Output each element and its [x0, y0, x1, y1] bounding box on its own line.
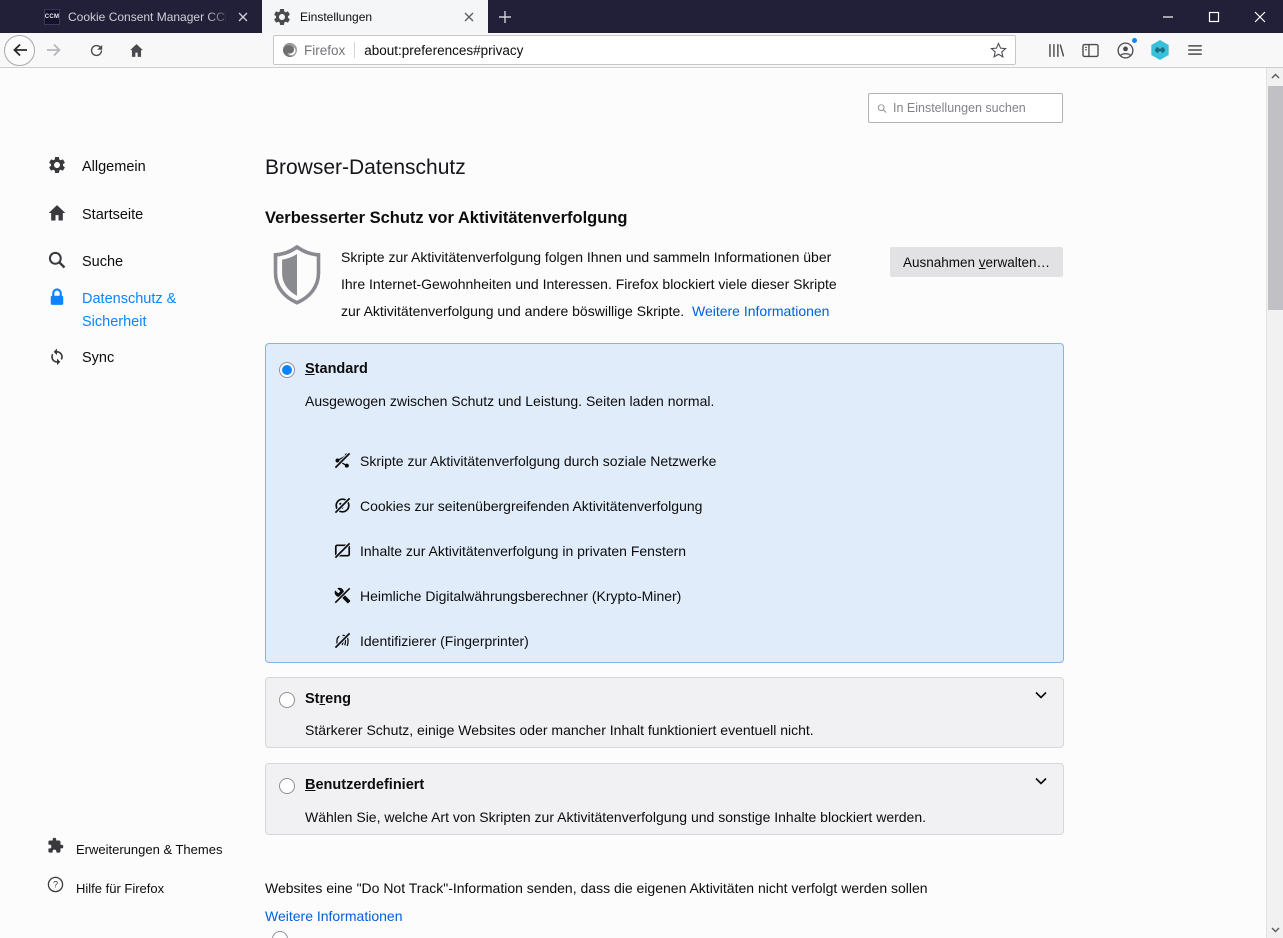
- vertical-scrollbar[interactable]: [1266, 68, 1283, 938]
- scroll-down-icon[interactable]: [1267, 922, 1283, 938]
- radio-benutzerdefiniert[interactable]: [279, 778, 295, 794]
- section-title: Verbesserter Schutz vor Aktivitätenverfo…: [265, 209, 628, 227]
- option-label: Standard: [305, 361, 368, 377]
- blocked-item: Identifizierer (Fingerprinter): [334, 618, 716, 663]
- ccm-favicon: CCM: [44, 8, 60, 25]
- settings-search-input[interactable]: [893, 101, 1054, 115]
- sidebar-item-label: Hilfe für Firefox: [76, 881, 165, 896]
- chevron-down-icon[interactable]: [1035, 777, 1047, 785]
- title-bar: CCM Cookie Consent Manager CCM Einstellu…: [0, 0, 1283, 33]
- navigation-toolbar: Firefox about:preferences#privacy: [0, 33, 1283, 68]
- url-bar[interactable]: Firefox about:preferences#privacy: [273, 35, 1016, 65]
- sidebar-item-sync[interactable]: Sync: [47, 346, 114, 370]
- tab-einstellungen[interactable]: Einstellungen: [262, 0, 488, 33]
- scroll-up-icon[interactable]: [1267, 68, 1283, 84]
- identity-label: Firefox: [304, 42, 346, 58]
- sidebar-item-erweiterungen-themes[interactable]: Erweiterungen & Themes: [47, 837, 222, 861]
- tab-title: Cookie Consent Manager CCM: [68, 9, 226, 24]
- social-tracker-blocked-icon: [334, 452, 351, 469]
- search-icon: [48, 251, 66, 269]
- search-icon: [877, 103, 887, 113]
- option-panel-standard[interactable]: Standard Ausgewogen zwischen Schutz und …: [265, 343, 1064, 663]
- tab-cookie-consent-manager[interactable]: CCM Cookie Consent Manager CCM: [34, 0, 262, 33]
- sidebar-item-label: Suche: [82, 254, 124, 270]
- back-button[interactable]: [4, 34, 35, 66]
- learn-more-link[interactable]: Weitere Informationen: [692, 303, 829, 319]
- maximize-button[interactable]: [1191, 0, 1237, 33]
- scrollbar-thumb[interactable]: [1268, 86, 1283, 310]
- sidebar-item-label: Sync: [82, 350, 115, 366]
- option-description: Stärkerer Schutz, einige Websites oder m…: [305, 722, 814, 738]
- close-tab-icon[interactable]: [234, 8, 252, 26]
- account-notification-dot: [1131, 37, 1138, 44]
- sidebar-item-label: Erweiterungen & Themes: [76, 842, 223, 857]
- puzzle-icon: [48, 837, 64, 853]
- sync-icon: [51, 348, 63, 366]
- option-panel-streng[interactable]: Streng Stärkerer Schutz, einige Websites…: [265, 677, 1064, 748]
- sidebar-item-label: Allgemein: [82, 159, 146, 175]
- radio-streng[interactable]: [279, 692, 295, 708]
- main-content: Browser-Datenschutz Verbesserter Schutz …: [265, 68, 1065, 938]
- lock-icon: [50, 288, 64, 305]
- intro-text: Skripte zur Aktivitätenverfolgung folgen…: [341, 249, 837, 319]
- page-title: Browser-Datenschutz: [265, 156, 466, 179]
- option-panel-benutzerdefiniert[interactable]: Benutzerdefiniert Wählen Sie, welche Art…: [265, 763, 1064, 835]
- cookie-blocked-icon: [334, 497, 351, 514]
- minimize-button[interactable]: [1145, 0, 1191, 33]
- help-icon: ?: [47, 876, 64, 893]
- firefox-logo-icon: [283, 43, 298, 57]
- gear-icon: [274, 8, 290, 25]
- close-window-button[interactable]: [1237, 0, 1283, 33]
- blocked-item: Heimliche Digitalwährungsberechner (Kryp…: [334, 573, 716, 618]
- tab-title-fade: [206, 0, 234, 33]
- blocked-items-list: Skripte zur Aktivitätenverfolgung durch …: [334, 438, 716, 663]
- shield-icon: [271, 244, 323, 306]
- new-tab-button[interactable]: [488, 0, 522, 33]
- sidebar-item-hilfe[interactable]: ? Hilfe für Firefox: [47, 876, 164, 900]
- titlebar-drag-area: [522, 0, 1145, 33]
- radio-standard[interactable]: [279, 362, 295, 378]
- tracking-content-blocked-icon: [334, 542, 351, 559]
- radio-partially-visible[interactable]: [272, 931, 288, 938]
- close-tab-icon[interactable]: [460, 8, 478, 26]
- manage-exceptions-button[interactable]: Ausnahmen verwalten…: [890, 247, 1063, 277]
- sidebar-item-startseite[interactable]: Startseite: [47, 203, 143, 227]
- blocked-item: Inhalte zur Aktivitätenverfolgung in pri…: [334, 528, 716, 573]
- sidebar-item-datenschutz-sicherheit[interactable]: Datenschutz & Sicherheit: [47, 287, 206, 334]
- home-icon: [48, 205, 66, 221]
- bookmark-star-icon[interactable]: [990, 41, 1007, 59]
- preferences-page: Allgemein Startseite Suche Datenschutz &…: [0, 68, 1283, 938]
- forward-button[interactable]: [39, 35, 69, 65]
- svg-text:?: ?: [53, 880, 58, 890]
- titlebar-spacer: [0, 0, 34, 33]
- do-not-track-text: Websites eine "Do Not Track"-Information…: [265, 880, 928, 896]
- settings-search-box[interactable]: [868, 93, 1063, 123]
- blocked-item: Cookies zur seitenübergreifenden Aktivit…: [334, 483, 716, 528]
- sidebar-item-suche[interactable]: Suche: [47, 250, 123, 274]
- sidebar-toggle-icon[interactable]: [1079, 39, 1101, 61]
- url-text[interactable]: about:preferences#privacy: [355, 43, 990, 58]
- gear-icon: [49, 157, 65, 173]
- extension-icon[interactable]: [1149, 39, 1171, 61]
- do-not-track-learn-more-link[interactable]: Weitere Informationen: [265, 908, 402, 924]
- sidebar-item-allgemein[interactable]: Allgemein: [47, 155, 146, 179]
- blocked-item: Skripte zur Aktivitätenverfolgung durch …: [334, 438, 716, 483]
- option-description: Wählen Sie, welche Art von Skripten zur …: [305, 809, 927, 825]
- library-icon[interactable]: [1044, 39, 1066, 61]
- chevron-down-icon[interactable]: [1035, 691, 1047, 699]
- toolbar-right-icons: [1044, 37, 1206, 61]
- option-label: Benutzerdefiniert: [305, 777, 425, 793]
- sidebar-item-label: Datenschutz & Sicherheit: [82, 291, 177, 330]
- tab-title: Einstellungen: [300, 9, 373, 24]
- identity-chip[interactable]: Firefox: [282, 42, 356, 58]
- option-description: Ausgewogen zwischen Schutz und Leistung.…: [305, 393, 715, 409]
- option-label: Streng: [305, 691, 351, 707]
- sidebar-item-label: Startseite: [82, 207, 144, 223]
- fingerprinter-blocked-icon: [334, 632, 351, 649]
- reload-icon[interactable]: [81, 35, 111, 65]
- cryptominer-blocked-icon: [334, 587, 351, 604]
- menu-hamburger-icon[interactable]: [1184, 39, 1206, 61]
- account-icon[interactable]: [1114, 37, 1138, 61]
- home-icon[interactable]: [121, 35, 151, 65]
